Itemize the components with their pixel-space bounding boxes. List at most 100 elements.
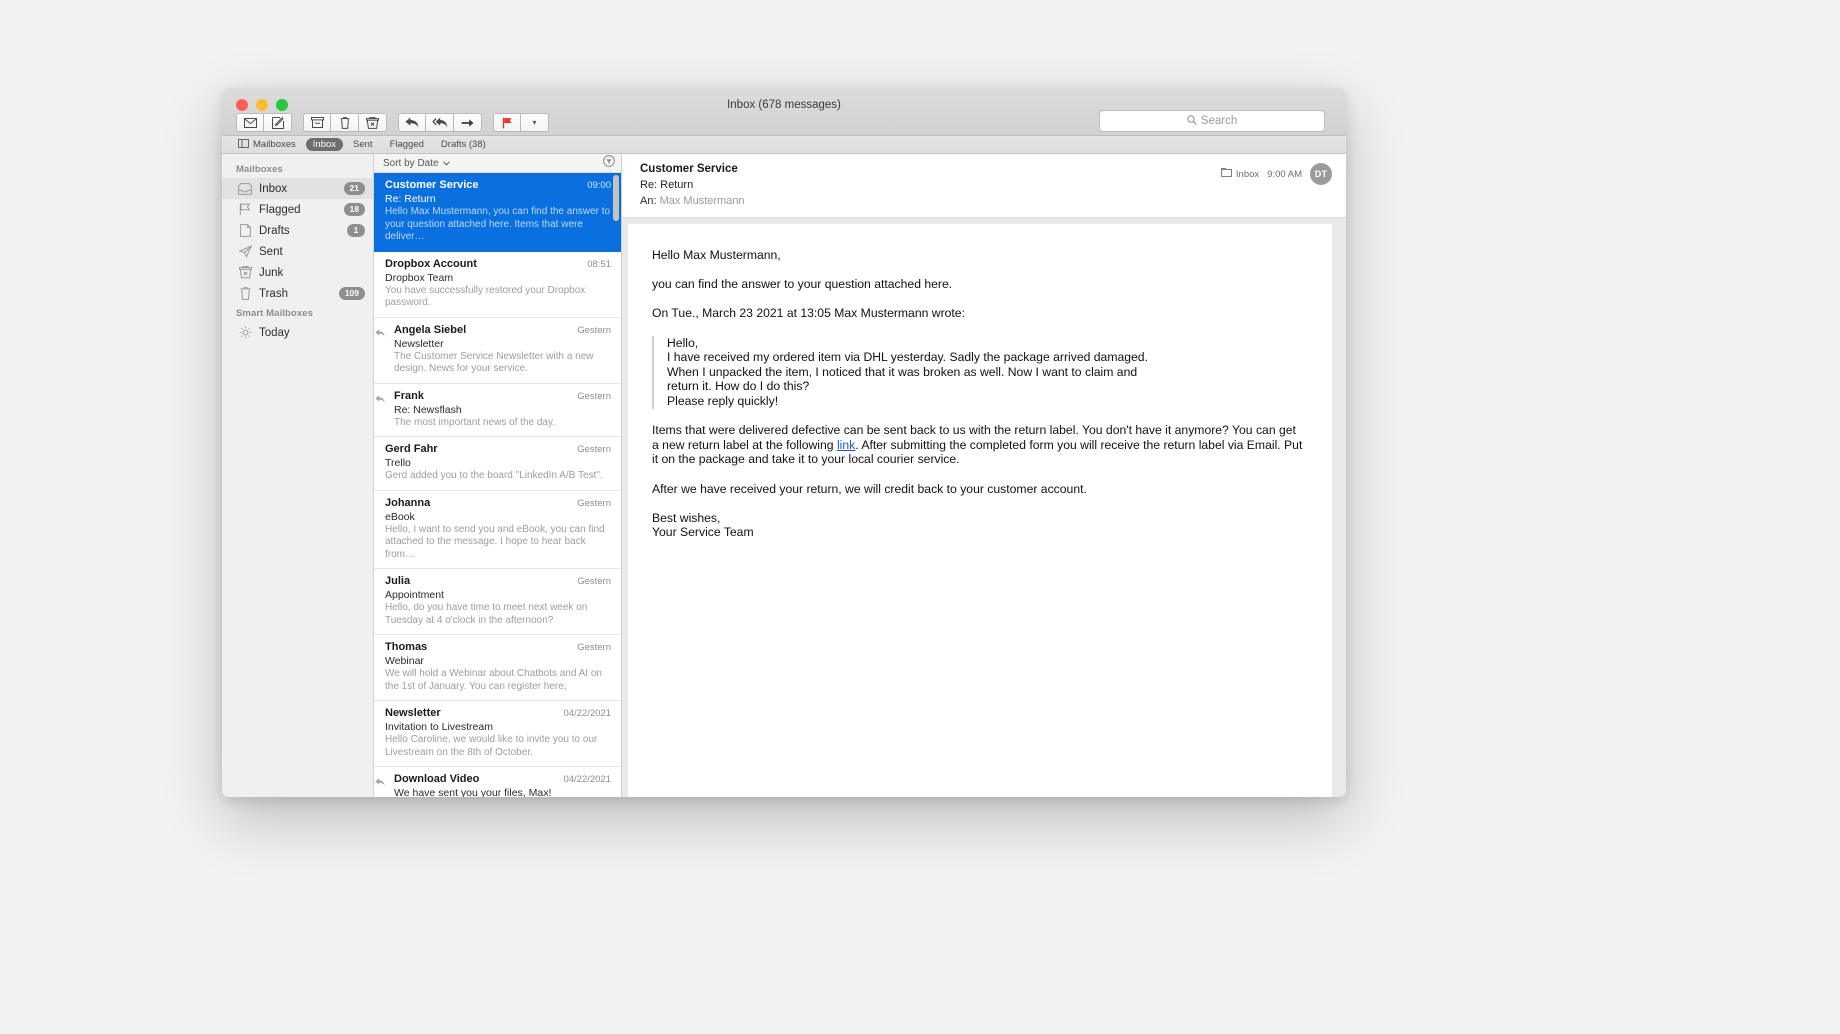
body-intro: you can find the answer to your question… (652, 277, 953, 292)
sidebar-item-today[interactable]: Today (222, 322, 373, 343)
delete-button[interactable] (331, 113, 359, 132)
recipient-label: An: (640, 195, 657, 207)
mailbox-sidebar: Mailboxes Inbox 21 Flagged 18 Drafts 1 Sent Junk… (222, 154, 374, 797)
message-list-item[interactable]: Newsletter 04/22/2021 Invitation to Livest… (374, 701, 621, 767)
sidebar-item-label: Junk (259, 266, 284, 279)
message-list-item[interactable]: Gerd Fahr Gestern Trello Gerd added you to … (374, 437, 621, 491)
body-signoff: Best wishes, (652, 510, 721, 525)
message-sender: Johanna (385, 496, 431, 509)
return-label-link[interactable]: link (837, 438, 855, 452)
flag-button[interactable] (493, 113, 521, 132)
message-subject: Invitation to Livestream (385, 721, 493, 733)
message-subject: Newsletter (394, 337, 444, 350)
flag-icon (238, 203, 252, 217)
sidebar-item-badge: 18 (343, 203, 365, 216)
reply-button[interactable] (398, 113, 426, 132)
sidebar-item-trash[interactable]: Trash 109 (222, 283, 373, 304)
sort-by-date-button[interactable]: Sort by Date (383, 158, 450, 169)
forward-button[interactable] (454, 113, 482, 132)
quoted-line: Hello, (667, 335, 699, 350)
body-greeting: Hello Max Mustermann, (652, 248, 781, 262)
message-sender: Frank (394, 389, 424, 402)
fav-tab-drafts[interactable]: Drafts (38) (434, 138, 493, 151)
message-preview: Hello, I want to send you and eBook, you… (385, 523, 605, 560)
sidebar-item-label: Flagged (259, 203, 301, 216)
message-list-scroll[interactable]: Customer Service 09:00 Re: Return Hello Max… (374, 173, 621, 797)
message-sender: Angela Siebel (394, 323, 467, 336)
quoted-line: return it. How do I do this? (667, 379, 810, 394)
sidebar-item-drafts[interactable]: Drafts 1 (222, 220, 373, 241)
filter-circle-icon[interactable] (603, 154, 615, 172)
sidebar-item-badge: 21 (343, 182, 365, 195)
reply-all-button[interactable] (426, 113, 454, 132)
junk-button[interactable] (359, 113, 387, 132)
message-item-top: Gerd Fahr Gestern (385, 443, 611, 455)
quoted-line: I have received my ordered item via DHL … (667, 350, 1148, 365)
message-item-top: Download Video 04/22/2021 (385, 773, 611, 785)
search-icon (1186, 112, 1197, 130)
message-date: Gestern (577, 324, 611, 336)
sidebar-item-junk[interactable]: Junk (222, 262, 373, 283)
reading-pane: Customer Service Re: Return An: Max Must… (622, 154, 1346, 797)
sidebar-item-sent[interactable]: Sent (222, 241, 373, 262)
toolbar: ▾ (236, 113, 549, 132)
fav-tab-label: Flagged (389, 139, 424, 150)
fav-tab-inbox[interactable]: Inbox (305, 138, 344, 151)
fav-tab-flagged[interactable]: Flagged (383, 138, 431, 151)
get-mail-button[interactable] (236, 113, 264, 132)
message-list-scrollbar[interactable] (613, 175, 619, 221)
message-list-item[interactable]: Download Video 04/22/2021 We have sent you… (374, 767, 621, 797)
quoted-message: Hello, I have received my ordered item vi… (652, 335, 1304, 409)
toolbar-group-filing (303, 113, 387, 132)
message-preview: Gerd added you to the board "LinkedIn A/… (385, 470, 603, 481)
message-list-item[interactable]: Thomas Gestern Webinar We will hold a Webin… (374, 635, 621, 701)
flag-options-button[interactable]: ▾ (521, 113, 549, 132)
quoted-line: Please reply quickly! (667, 393, 779, 408)
chevron-down-icon (442, 158, 450, 169)
message-subject: Dropbox Team (385, 271, 454, 284)
compose-button[interactable] (264, 113, 292, 132)
search-input[interactable]: Search (1099, 110, 1325, 132)
message-preview: The most important news of the day. (394, 416, 556, 428)
message-date: Gestern (577, 576, 611, 587)
message-list-item[interactable]: Johanna Gestern eBook Hello, I want to send… (374, 491, 621, 569)
fav-tab-label: Sent (353, 139, 373, 150)
message-subject: Re: Return (385, 193, 436, 205)
message-item-top: Thomas Gestern (385, 641, 611, 653)
message-body: Hello Max Mustermann, you can find the a… (628, 224, 1332, 797)
sidebar-item-inbox[interactable]: Inbox 21 (222, 178, 373, 199)
message-list-item[interactable]: Angela Siebel Gestern Newsletter The Custom… (374, 318, 621, 384)
toggle-mailboxes-button[interactable]: Mailboxes (231, 138, 303, 152)
quoted-line: When I unpacked the item, I noticed that… (667, 364, 1138, 379)
message-mailbox-badge[interactable]: Inbox (1220, 168, 1259, 180)
message-list-item[interactable]: Customer Service 09:00 Re: Return Hello Max… (374, 173, 621, 252)
sidebar-item-label: Sent (259, 245, 283, 258)
message-subject: Re: Newsflash (394, 403, 462, 416)
replied-arrow-icon (375, 391, 385, 403)
message-list-header: Sort by Date (374, 154, 621, 173)
sidebar-group-title: Mailboxes (236, 164, 283, 175)
paper-plane-icon (238, 245, 252, 259)
message-header-meta: Inbox 9:00 AM DT (1220, 163, 1332, 185)
sidebar-item-label: Drafts (259, 224, 290, 237)
message-list-item[interactable]: Julia Gestern Appointment Hello, do you hav… (374, 569, 621, 635)
message-item-top: Julia Gestern (385, 575, 611, 587)
avatar[interactable]: DT (1310, 163, 1332, 185)
message-sender: Newsletter (385, 707, 441, 719)
toolbar-group-reply (398, 113, 482, 132)
fav-tab-label: Inbox (312, 139, 337, 150)
message-item-top: Johanna Gestern (385, 497, 611, 509)
message-date: 09:00 (587, 180, 611, 191)
mailboxes-label: Mailboxes (253, 139, 296, 150)
message-subject: Trello (385, 457, 411, 469)
fav-tab-sent[interactable]: Sent (346, 138, 380, 151)
message-list-item[interactable]: Frank Gestern Re: Newsflash The most import… (374, 384, 621, 437)
junk-bin-icon (238, 266, 252, 280)
sidebar-item-flagged[interactable]: Flagged 18 (222, 199, 373, 220)
archive-button[interactable] (303, 113, 331, 132)
mail-window: Inbox (678 messages) ▾ Search Mailboxes … (222, 88, 1346, 797)
body-signature: Your Service Team (652, 525, 754, 540)
message-item-top: Newsletter 04/22/2021 (385, 707, 611, 719)
message-list-item[interactable]: Dropbox Account 08:51 Dropbox Team You have… (374, 252, 621, 318)
message-subject: We have sent you your files, Max! (394, 787, 552, 797)
